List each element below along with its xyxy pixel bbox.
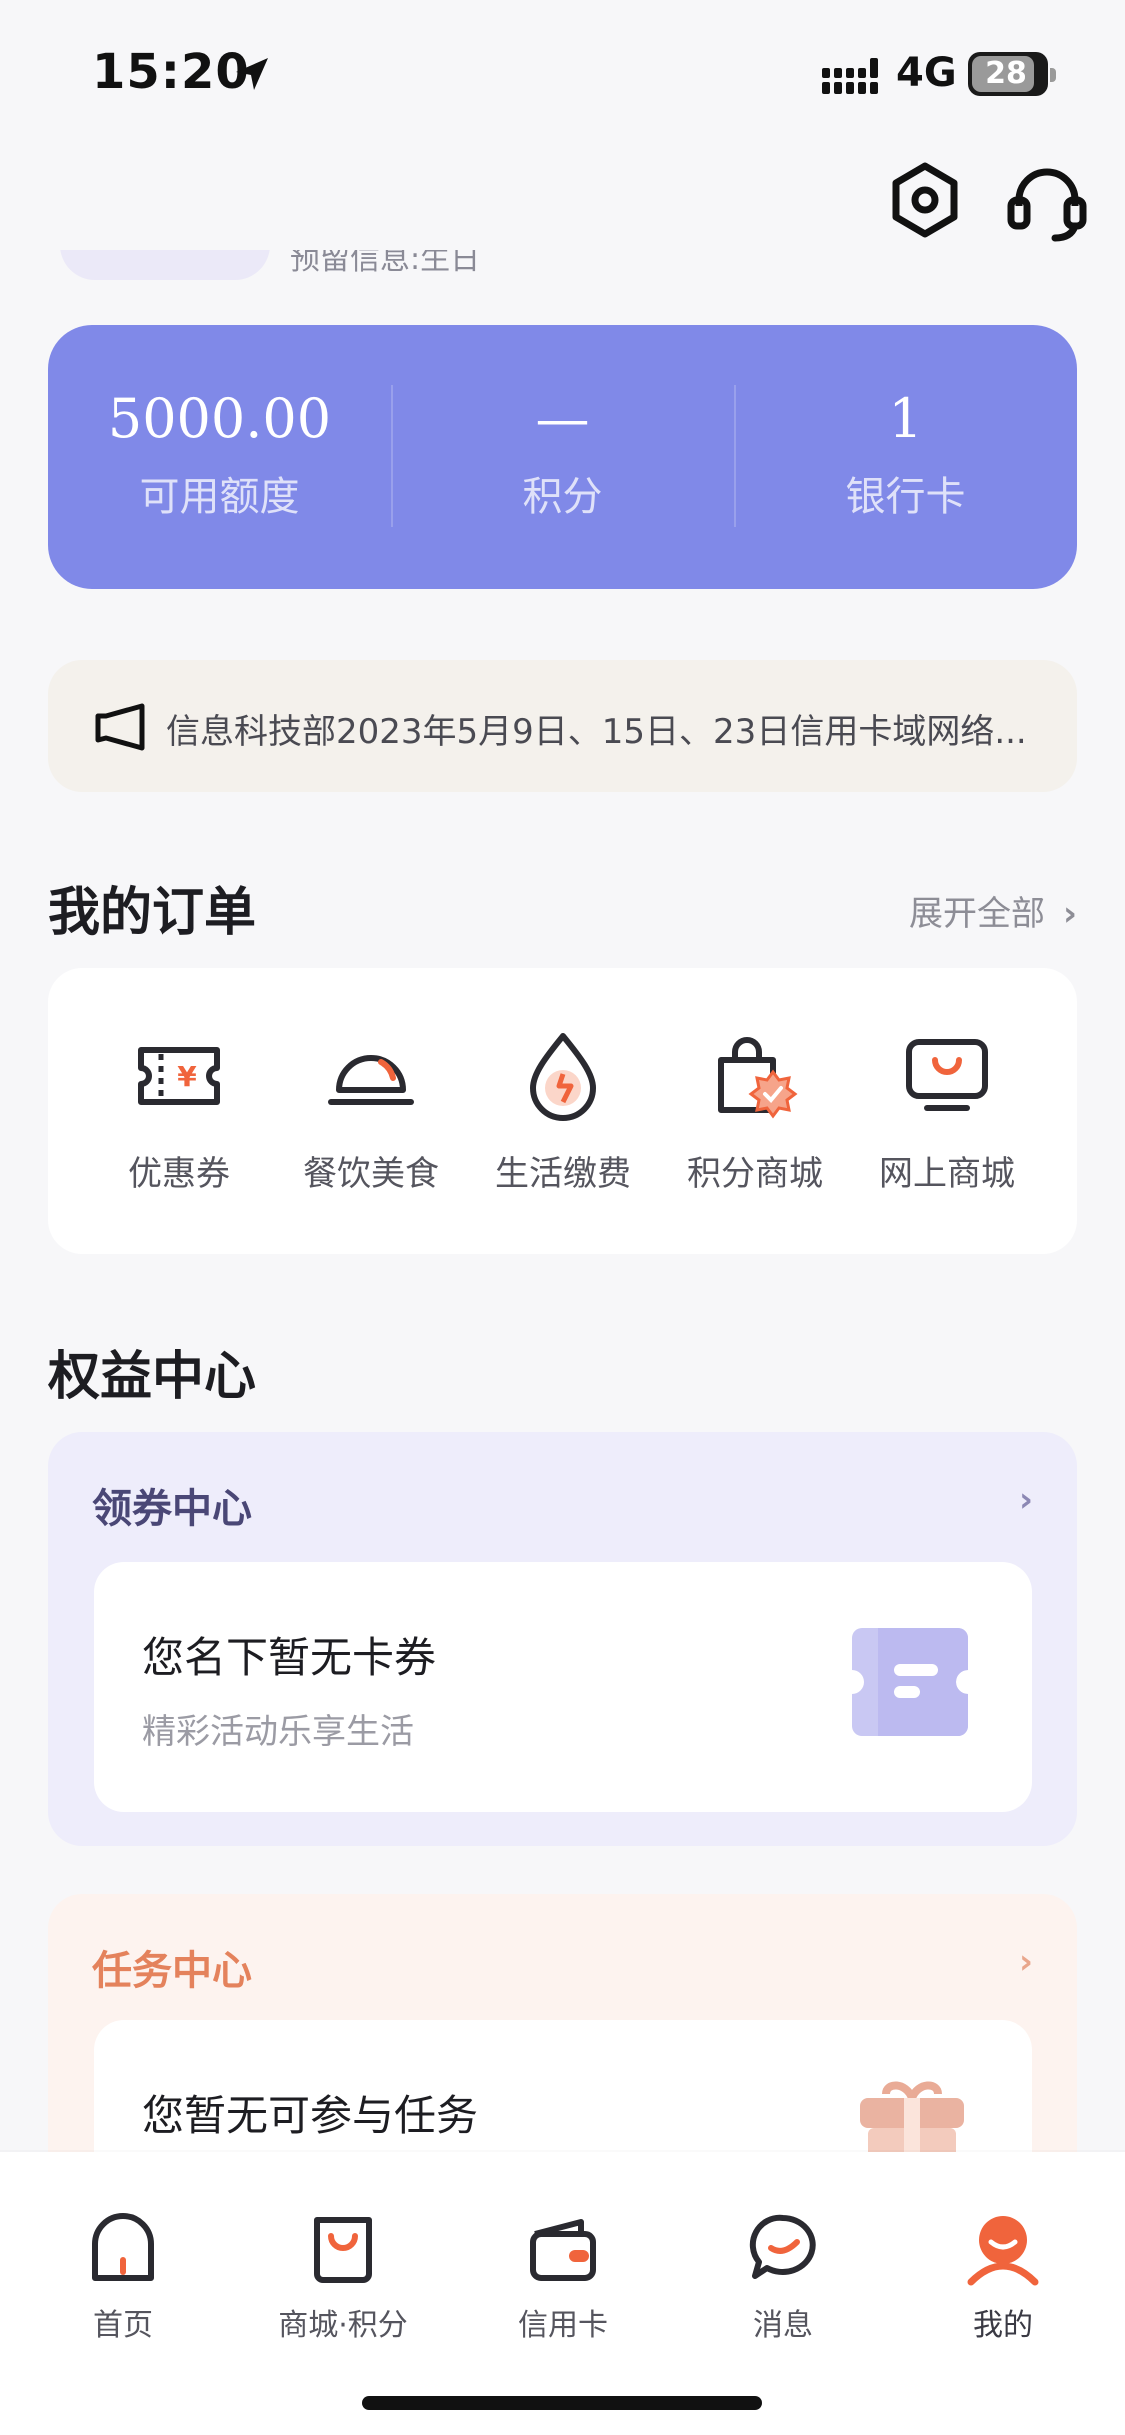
food-cloche-icon — [328, 1055, 414, 1105]
coupon-center-panel: 领券中心 › 您名下暂无卡券 精彩活动乐享生活 — [48, 1432, 1077, 1846]
svg-text:¥: ¥ — [177, 1060, 197, 1093]
bottom-tab-bar: 首页 商城·积分 信用卡 消息 我的 — [0, 2152, 1125, 2435]
order-item-points-mall-label: 积分商城 — [687, 1154, 823, 1194]
online-store-icon — [906, 1039, 988, 1111]
task-center-title[interactable]: 任务中心 — [92, 1938, 252, 1996]
no-tasks-text: 您暂无可参与任务 — [142, 2091, 479, 2140]
status-bar: 15:20 4G 28 — [0, 0, 1125, 140]
network-type: 4G — [896, 50, 957, 96]
available-credit[interactable]: 5000.00 可用额度 — [48, 325, 391, 589]
tab-messages[interactable]: 消息 — [698, 2210, 868, 2360]
order-item-coupon[interactable]: ¥ 优惠券 — [84, 1028, 274, 1228]
announcement-text: 信息科技部2023年5月9日、15日、23日信用卡域网络... — [166, 712, 1027, 752]
tab-mine-label: 我的 — [973, 2308, 1033, 2343]
megaphone-icon — [95, 703, 145, 751]
account-summary-card: 5000.00 可用额度 — 积分 1 银行卡 — [48, 325, 1077, 589]
coupon-promo-text: 精彩活动乐享生活 — [142, 1712, 414, 1752]
wallet-icon — [530, 2219, 596, 2281]
points[interactable]: — 积分 — [391, 325, 734, 589]
chevron-right-icon[interactable]: › — [1019, 1480, 1033, 1520]
order-item-food[interactable]: 餐饮美食 — [276, 1028, 466, 1228]
customer-service-headset-icon[interactable] — [1005, 160, 1089, 244]
chevron-right-icon[interactable]: › — [1019, 1942, 1033, 1982]
tab-mall-points[interactable]: 商城·积分 — [258, 2210, 428, 2360]
points-bag-icon — [718, 1037, 798, 1119]
tab-messages-label: 消息 — [753, 2308, 813, 2343]
bank-cards-label: 银行卡 — [845, 474, 966, 520]
points-value: — — [535, 387, 590, 450]
status-time: 15:20 — [92, 44, 250, 100]
coupon-icon: ¥ — [138, 1047, 220, 1105]
order-item-online-store-label: 网上商城 — [879, 1154, 1015, 1194]
available-credit-label: 可用额度 — [139, 474, 300, 520]
tab-home-label: 首页 — [93, 2308, 153, 2343]
order-item-coupon-label: 优惠券 — [128, 1154, 230, 1194]
order-item-utilities[interactable]: 生活缴费 — [468, 1028, 658, 1228]
my-orders-title: 我的订单 — [48, 883, 257, 943]
chevron-right-icon: › — [1062, 894, 1077, 934]
cellular-signal-icon — [822, 58, 878, 94]
utility-drop-icon — [530, 1033, 596, 1121]
settings-gear-icon[interactable] — [885, 160, 965, 240]
shop-bag-icon — [314, 2217, 372, 2283]
orders-card: ¥ 优惠券 餐饮美食 生活缴费 积分商城 网上商城 — [48, 968, 1077, 1254]
tab-credit-card[interactable]: 信用卡 — [478, 2210, 648, 2360]
bank-cards[interactable]: 1 银行卡 — [734, 325, 1077, 589]
tab-home[interactable]: 首页 — [38, 2210, 208, 2360]
scrolled-profile-row: 预留信息:生日 — [50, 250, 1050, 280]
reserved-info-text: 预留信息:生日 — [290, 250, 481, 277]
profile-icon — [967, 2216, 1039, 2286]
battery-icon: 28 — [968, 52, 1056, 96]
location-arrow-icon — [236, 58, 268, 90]
coupon-center-card[interactable]: 您名下暂无卡券 精彩活动乐享生活 — [94, 1562, 1032, 1812]
tab-credit-card-label: 信用卡 — [518, 2308, 608, 2343]
order-item-points-mall[interactable]: 积分商城 — [660, 1028, 850, 1228]
expand-all-label: 展开全部 — [908, 894, 1045, 934]
ticket-icon — [852, 1628, 968, 1736]
coupon-center-title[interactable]: 领券中心 — [92, 1476, 252, 1534]
avatar — [60, 250, 270, 280]
battery-level: 28 — [985, 56, 1027, 91]
tab-mall-points-label: 商城·积分 — [278, 2308, 408, 2343]
header-actions — [865, 160, 1125, 250]
order-item-online-store[interactable]: 网上商城 — [852, 1028, 1042, 1228]
bank-cards-value: 1 — [888, 387, 923, 450]
expand-all-link[interactable]: 展开全部 › — [909, 886, 1077, 935]
announcement-bar[interactable]: 信息科技部2023年5月9日、15日、23日信用卡域网络... — [48, 660, 1077, 792]
no-coupons-text: 您名下暂无卡券 — [142, 1633, 437, 1682]
order-item-food-label: 餐饮美食 — [303, 1154, 439, 1194]
rights-center-title: 权益中心 — [48, 1347, 257, 1407]
tab-mine[interactable]: 我的 — [918, 2210, 1088, 2360]
available-credit-value: 5000.00 — [107, 387, 332, 450]
home-icon — [92, 2213, 154, 2281]
message-icon — [749, 2214, 816, 2279]
points-label: 积分 — [522, 474, 603, 520]
home-indicator — [362, 2396, 762, 2410]
order-item-utilities-label: 生活缴费 — [495, 1154, 631, 1194]
